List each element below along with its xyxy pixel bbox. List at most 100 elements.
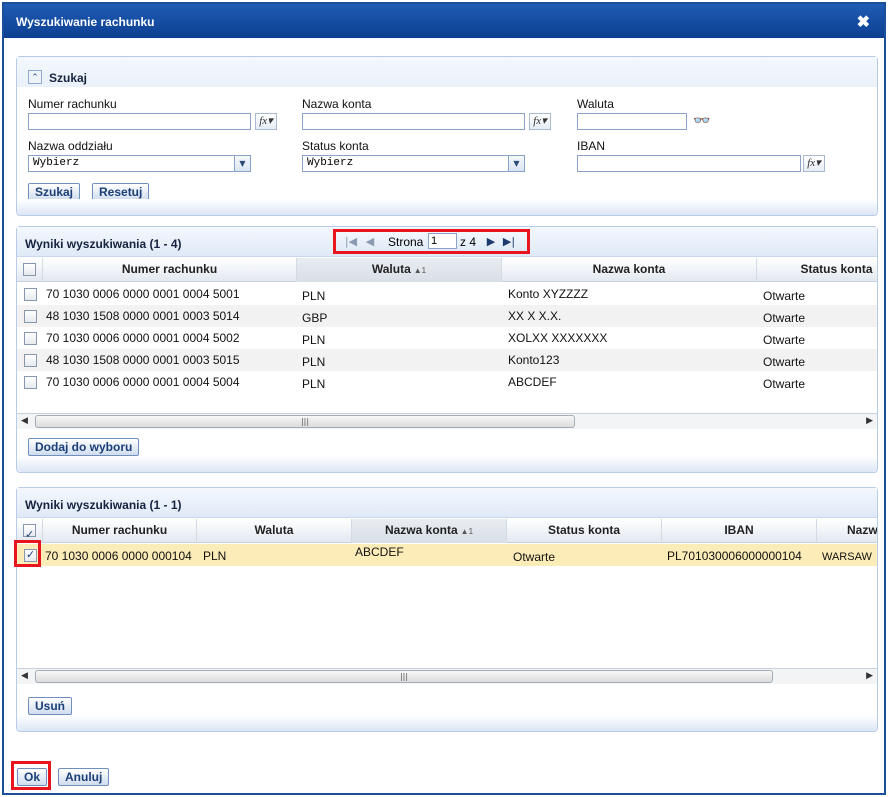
table-row[interactable]: 70 1030 0006 0000 0001 0004 5002 PLN XOL… [17, 327, 877, 349]
iban-input[interactable] [577, 155, 801, 172]
col-branch-name[interactable]: Nazw [817, 519, 877, 543]
add-to-selection-button[interactable]: Dodaj do wyboru [28, 438, 140, 456]
chevron-down-icon[interactable]: ▼ [234, 156, 250, 171]
remove-button[interactable]: Usuń [28, 697, 72, 715]
col-currency[interactable]: Waluta ▲1 [297, 258, 502, 282]
col-account-status[interactable]: Status konta [507, 519, 662, 543]
ok-button[interactable]: Ok [17, 768, 48, 786]
select-all-cell [17, 519, 43, 546]
selected-panel: Wyniki wyszukiwania (1 - 1) Numer rachun… [16, 487, 878, 732]
col-account-number[interactable]: Numer rachunku [43, 258, 297, 282]
cell-iban: PL701030006000000104 [667, 549, 802, 563]
cell-name: XOLXX XXXXXXX [508, 331, 608, 345]
prev-page-icon[interactable]: ◀ [363, 234, 377, 249]
selected-panel-header: Wyniki wyszukiwania (1 - 1) [17, 488, 877, 518]
results-panel-title: Wyniki wyszukiwania (1 - 4) [25, 237, 182, 251]
dialog-titlebar: Wyszukiwanie rachunku ✖ [4, 4, 884, 38]
panel-footer [17, 715, 877, 731]
search-panel: ⌃ Szukaj Numer rachunku fx▾ Nazwa konta … [16, 56, 878, 216]
chevron-down-icon[interactable]: ▼ [508, 156, 524, 171]
cell-account: 48 1030 1508 0000 0001 0003 5015 [46, 353, 240, 367]
col-account-name[interactable]: Nazwa konta ▲1 [352, 519, 507, 543]
select-all-cell [17, 258, 43, 282]
account-number-fx-button[interactable]: fx▾ [255, 113, 277, 130]
col-currency-label: Waluta [371, 262, 411, 276]
row-checkbox[interactable] [24, 310, 37, 323]
account-status-label: Status konta [302, 139, 369, 153]
dialog-title: Wyszukiwanie rachunku [16, 15, 155, 29]
account-number-label: Numer rachunku [28, 97, 117, 111]
col-account-name-label: Nazwa konta [384, 523, 458, 537]
cell-status: Otwarte [763, 377, 806, 391]
cell-account: 48 1030 1508 0000 0001 0003 5014 [46, 309, 240, 323]
sort-asc-icon: ▲1 [413, 266, 427, 275]
col-account-status[interactable]: Status konta [757, 258, 877, 282]
currency-input[interactable] [577, 113, 687, 130]
last-page-icon[interactable]: ▶| [502, 234, 516, 249]
account-name-label: Nazwa konta [302, 97, 372, 111]
table-row[interactable]: 48 1030 1508 0000 0001 0003 5015 PLN Kon… [17, 349, 877, 371]
scroll-thumb[interactable]: ||| [35, 670, 773, 683]
select-all-checkbox[interactable] [23, 263, 36, 276]
cell-currency: GBP [302, 311, 328, 325]
scroll-right-icon[interactable]: ▶ [866, 671, 873, 681]
search-panel-header: ⌃ Szukaj [17, 57, 877, 87]
col-iban[interactable]: IBAN [662, 519, 817, 543]
cell-status: Otwarte [763, 355, 806, 369]
branch-name-value: Wybierz [33, 157, 80, 169]
selected-panel-title: Wyniki wyszukiwania (1 - 1) [25, 498, 182, 512]
row-checkbox[interactable] [24, 376, 37, 389]
row-checkbox[interactable] [24, 354, 37, 367]
account-name-fx-button[interactable]: fx▾ [529, 113, 551, 130]
account-number-input[interactable] [28, 113, 251, 130]
collapse-icon[interactable]: ⌃ [28, 70, 42, 84]
fx-label: fx [259, 115, 268, 127]
cell-account: 70 1030 0006 0000 0001 0004 5004 [46, 375, 240, 389]
iban-label: IBAN [577, 139, 606, 153]
col-currency[interactable]: Waluta [197, 519, 352, 543]
first-page-icon[interactable]: |◀ [344, 234, 358, 249]
lookup-glasses-icon[interactable]: 👓 [693, 112, 710, 129]
account-name-input[interactable] [302, 113, 525, 130]
page-count-label: z 4 [460, 235, 477, 249]
cell-currency: PLN [302, 289, 326, 303]
cell-currency: PLN [302, 377, 326, 391]
selected-horizontal-scrollbar[interactable]: ◀ ||| ▶ [17, 668, 877, 684]
row-checkbox[interactable] [24, 548, 37, 562]
next-page-icon[interactable]: ▶ [484, 234, 498, 249]
iban-fx-button[interactable]: fx▾ [803, 155, 825, 172]
table-row[interactable]: 70 1030 0006 0000 0001 0004 5001 PLN Kon… [17, 283, 877, 305]
account-status-select[interactable]: Wybierz ▼ [302, 155, 525, 172]
row-checkbox[interactable] [24, 288, 37, 301]
fx-label: fx [807, 157, 816, 169]
cancel-button[interactable]: Anuluj [58, 768, 110, 786]
cell-name: ABCDEF [508, 375, 557, 389]
cell-currency: PLN [302, 355, 326, 369]
scroll-left-icon[interactable]: ◀ [21, 671, 28, 681]
cell-account: 70 1030 0006 0000 0001 0004 5002 [46, 331, 240, 345]
close-icon[interactable]: ✖ [857, 12, 870, 32]
selected-grid-header: Numer rachunku Waluta Nazwa konta▲1 Stat… [17, 519, 877, 546]
scroll-left-icon[interactable]: ◀ [21, 416, 28, 426]
branch-name-select[interactable]: Wybierz ▼ [28, 155, 251, 172]
fx-label: fx [533, 115, 542, 127]
table-row[interactable]: 70 1030 0006 0000 000104 PLN ABCDEF Otwa… [17, 544, 877, 566]
results-grid-header: Numer rachunku Waluta ▲1 Nazwa konta Stat… [17, 258, 877, 282]
cell-account: 70 1030 0006 0000 0001 0004 5001 [46, 287, 240, 301]
cell-status: Otwarte [763, 333, 806, 347]
scroll-right-icon[interactable]: ▶ [866, 416, 873, 426]
cell-currency: PLN [302, 333, 326, 347]
col-account-number[interactable]: Numer rachunku [43, 519, 197, 543]
page-number-input[interactable]: 1 [428, 233, 457, 249]
table-row[interactable]: 70 1030 0006 0000 0001 0004 5004 PLN ABC… [17, 371, 877, 393]
results-horizontal-scrollbar[interactable]: ◀ ||| ▶ [17, 413, 877, 429]
select-all-checkbox[interactable] [23, 523, 36, 546]
table-row[interactable]: 48 1030 1508 0000 0001 0003 5014 GBP XX … [17, 305, 877, 327]
account-status-value: Wybierz [307, 157, 354, 169]
row-checkbox[interactable] [24, 332, 37, 345]
cell-name: XX X X.X. [508, 309, 562, 323]
panel-footer [17, 199, 877, 215]
col-account-name[interactable]: Nazwa konta [502, 258, 757, 282]
results-panel: Wyniki wyszukiwania (1 - 4) Numer rachun… [16, 226, 878, 473]
scroll-thumb[interactable]: ||| [35, 415, 575, 428]
